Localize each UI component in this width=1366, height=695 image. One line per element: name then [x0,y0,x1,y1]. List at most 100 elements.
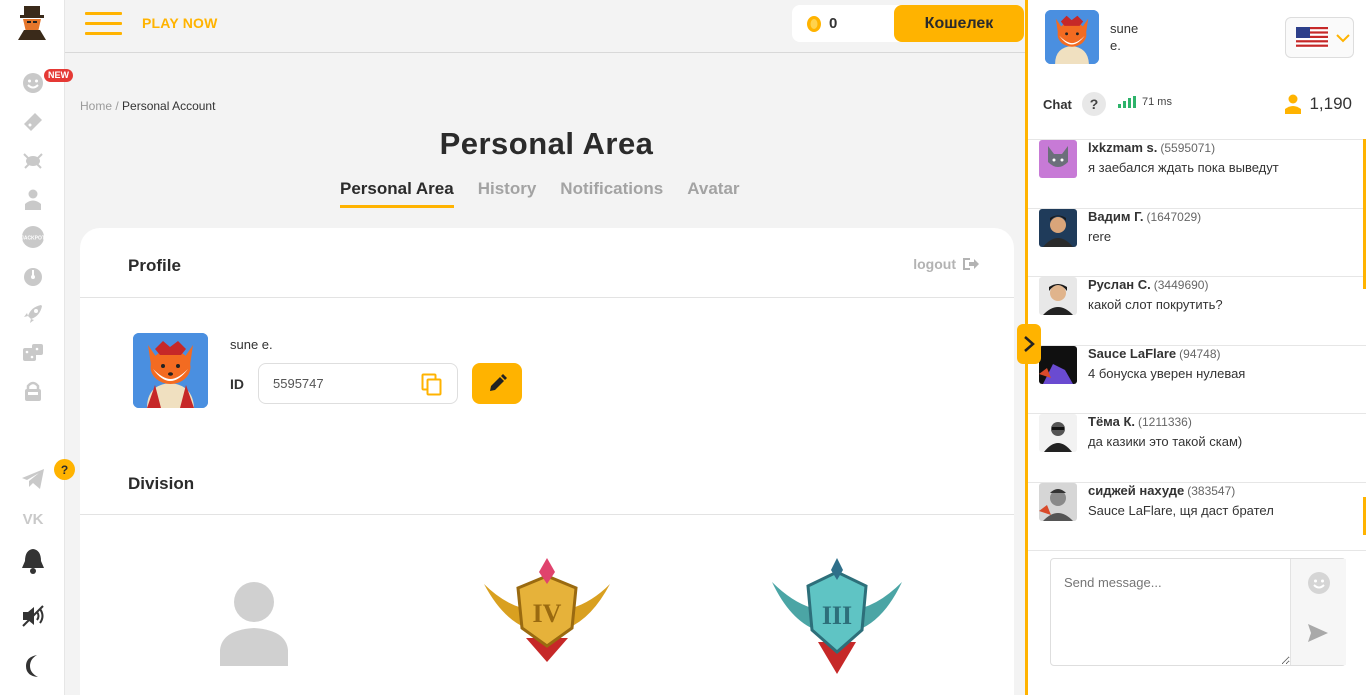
chat-user-avatar[interactable] [1045,10,1099,64]
help-badge[interactable]: ? [54,459,75,480]
profile-card: Profile logout sune e. ID 5595747 Divisi… [80,228,1014,695]
play-now-link[interactable]: PLAY NOW [142,15,218,31]
left-rail: NEW JACKPOT ? VK [0,0,75,695]
chat-text: Sauce LaFlare, щя даст брател [1088,502,1274,518]
logout-icon [963,258,979,270]
mute-icon[interactable] [20,603,46,629]
chat-message: Тёма К. (1211336) да казики это такой ска… [1028,414,1366,483]
chat-avatar[interactable] [1039,345,1077,384]
agent-icon[interactable] [20,186,46,212]
chat-author-id: (1211336) [1138,415,1192,429]
division-gold-badge-icon: IV [482,558,612,669]
chat-author[interactable]: Тёма К. [1088,414,1135,429]
chat-avatar[interactable] [1039,140,1077,178]
site-logo[interactable] [14,4,50,40]
us-flag-icon [1296,26,1328,49]
chat-avatar[interactable] [1039,277,1077,315]
chevron-right-icon [1024,336,1035,352]
composer-actions [1291,559,1346,665]
user-placeholder-icon [218,578,290,671]
id-label: ID [230,376,244,392]
chat-text: да казики это такой скам) [1088,434,1243,449]
wallet-widget: 0 Кошелек [792,5,1024,42]
chevron-down-icon [1336,33,1350,42]
profile-username: sune e. [230,337,273,352]
logout-label: logout [913,256,956,272]
online-count-value: 1,190 [1309,94,1352,113]
chat-author[interactable]: сиджей нахуде [1088,483,1184,498]
vk-icon[interactable]: VK [20,505,46,531]
copy-icon[interactable] [421,373,443,397]
dice-icon[interactable] [20,340,46,366]
user-id-value: 5595747 [273,376,324,391]
svg-text:VK: VK [23,511,44,528]
tab-avatar[interactable]: Avatar [687,179,739,208]
wallet-button[interactable]: Кошелек [894,5,1024,42]
chat-message-input[interactable] [1051,559,1291,665]
language-selector[interactable] [1285,17,1354,58]
rocket-icon[interactable] [20,301,46,327]
chat-author[interactable]: Sauce LaFlare [1088,346,1176,361]
chat-help-button[interactable]: ? [1082,92,1106,116]
chat-avatar[interactable] [1039,414,1077,452]
division-platinum-badge-icon: III [772,558,902,681]
chat-author[interactable]: Руслан С. [1088,277,1151,292]
chat-composer [1050,558,1346,666]
top-bar: PLAY NOW 0 Кошелек [65,0,1025,53]
menu-icon[interactable] [85,12,122,36]
jackpot-icon[interactable]: JACKPOT [20,224,46,250]
divider [80,514,1014,515]
coin-icon [807,15,821,32]
tab-history[interactable]: History [478,179,537,208]
chat-author[interactable]: Вадим Г. [1088,209,1143,224]
breadcrumb-current: Personal Account [122,99,216,113]
online-count: 1,190 [1284,94,1352,114]
telegram-icon[interactable] [20,466,46,492]
chat-author-id: (3449690) [1153,278,1209,292]
ping-indicator: 71 ms [1118,96,1172,108]
chat-text: 4 бонуска уверен нулевая [1088,365,1246,381]
collapse-chat-button[interactable] [1017,324,1041,364]
wallet-balance: 0 [829,15,838,32]
breadcrumb: Home / Personal Account [80,99,215,113]
tab-personal-area[interactable]: Personal Area [340,179,454,208]
chat-author[interactable]: lxkzmam s. [1088,140,1157,155]
crab-icon[interactable] [20,147,46,173]
chat-text: rere [1088,228,1112,244]
chat-message: Вадим Г. (1647029) rere [1028,208,1366,277]
profile-card-header: Profile logout [80,228,1014,298]
breadcrumb-home[interactable]: Home / [80,99,119,113]
smile-icon[interactable] [20,70,46,96]
tab-notifications[interactable]: Notifications [560,179,663,208]
page-title: Personal Area [439,126,654,161]
new-badge: NEW [44,69,73,82]
send-icon[interactable] [1307,623,1329,643]
edit-profile-button[interactable] [472,363,522,404]
logout-button[interactable]: logout [913,256,980,272]
chat-label: Chat [1043,97,1072,112]
chat-avatar[interactable] [1039,208,1077,247]
signal-icon [1118,96,1136,108]
chat-messages: lxkzmam s. (5595071) я заебался ждать пок… [1028,139,1366,551]
profile-avatar[interactable] [133,333,208,408]
moon-icon[interactable] [20,653,46,679]
clock-icon[interactable] [20,263,46,289]
chat-author-id: (1647029) [1146,209,1202,224]
pencil-icon [490,373,507,391]
chat-avatar[interactable] [1039,482,1077,521]
chat-message: Sauce LaFlare (94748) 4 бонуска уверен ну… [1028,345,1366,414]
chat-author-id: (383547) [1187,483,1236,498]
chat-author-id: (94748) [1179,346,1221,361]
svg-text:JACKPOT: JACKPOT [21,236,45,242]
svg-text:IV: IV [533,599,562,628]
user-id-field[interactable]: 5595747 [258,363,458,404]
chat-text: я заебался ждать пока выведут [1088,160,1279,175]
chat-message: lxkzmam s. (5595071) я заебался ждать пок… [1028,140,1366,209]
division-heading: Division [128,474,195,493]
emoji-icon[interactable] [1307,571,1331,595]
lock-icon[interactable] [20,378,46,404]
bell-icon[interactable] [20,548,46,574]
chat-text: какой слот покрутить? [1088,297,1223,312]
ticket-icon[interactable] [20,109,46,135]
chat-message: сиджей нахуде (383547) Sauce LaFlare, щя … [1028,482,1366,551]
